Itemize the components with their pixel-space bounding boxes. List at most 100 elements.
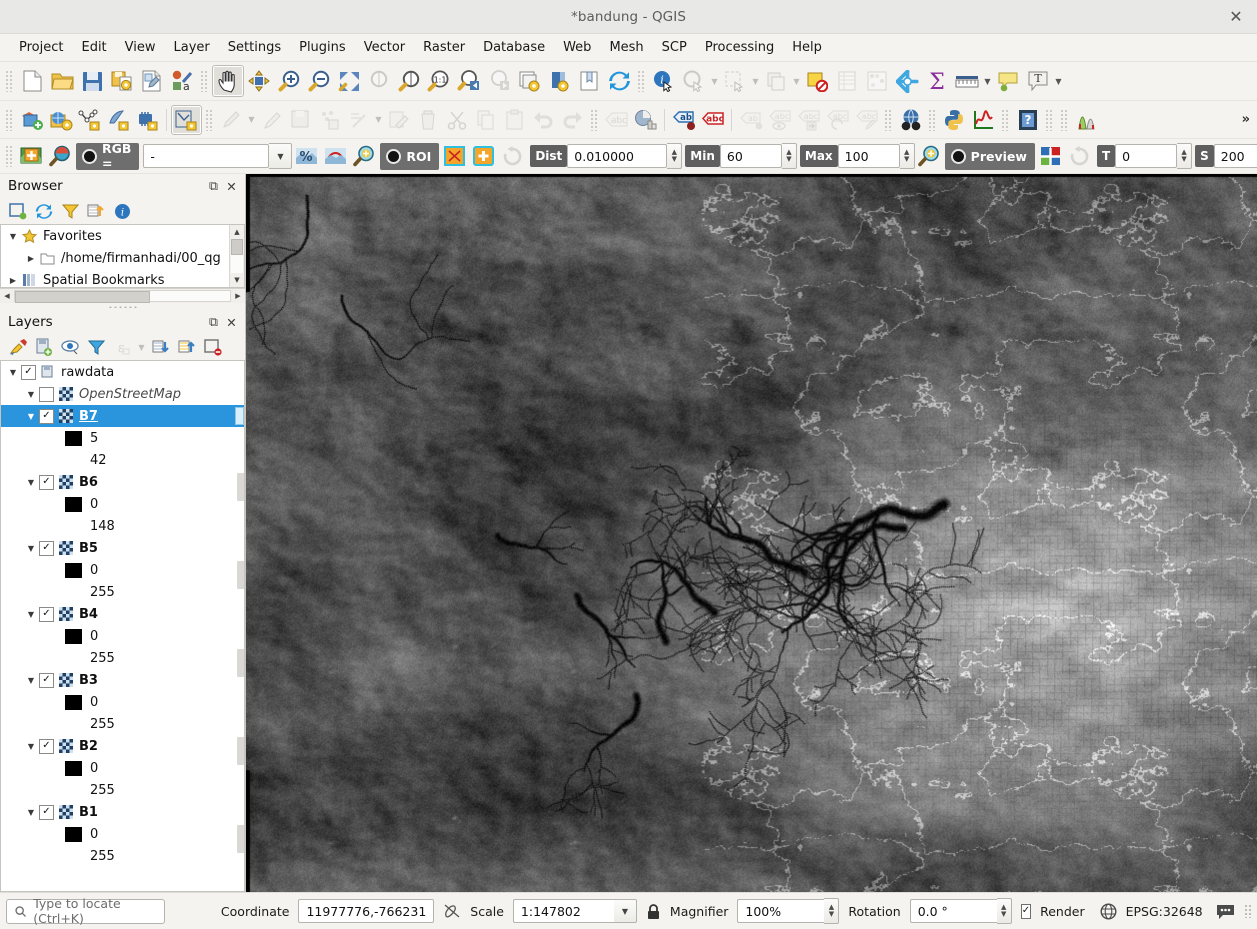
layers-tree[interactable]: ▼ ✓ rawdata ▼ OpenStreetMap ▼ ✓ B7 5 42 ▼ ✓ B6 0 148 ▼ ✓… <box>0 360 245 892</box>
toolbar-grip[interactable] <box>884 108 893 131</box>
menu-processing[interactable]: Processing <box>696 37 783 58</box>
toolbar-grip[interactable] <box>200 70 209 92</box>
zoom-native-icon[interactable]: 1:1 <box>424 66 454 96</box>
chevron-down-icon[interactable]: ▼ <box>23 390 39 399</box>
highlight-labels-icon[interactable]: abc <box>823 106 852 134</box>
toolbar-grip[interactable] <box>928 108 937 131</box>
resize-grip[interactable] <box>1243 904 1251 918</box>
rgb-toggle-button[interactable]: RGB = <box>76 141 140 171</box>
layer-row[interactable]: ▼ ✓ B2 <box>1 735 244 757</box>
measure-line-icon[interactable] <box>952 66 982 96</box>
legend-row[interactable]: 0 <box>1 559 244 581</box>
browser-hscrollbar[interactable]: ◀ ▶ <box>0 288 245 303</box>
menu-plugins[interactable]: Plugins <box>290 37 355 58</box>
min-input[interactable]: 60 <box>719 144 782 168</box>
scroll-right-arrow[interactable]: ▶ <box>231 292 245 300</box>
dist-spinner[interactable]: ▲ ▼ <box>667 143 683 169</box>
zoom-out-icon[interactable] <box>304 66 334 96</box>
scroll-up-arrow[interactable]: ▲ <box>230 225 244 239</box>
rgb-combo-input[interactable]: - <box>143 144 270 168</box>
chevron-down-icon[interactable]: ▼ <box>709 67 720 95</box>
open-layer-styling-icon[interactable] <box>6 336 30 358</box>
layer-group-row[interactable]: ▼ ✓ rawdata <box>1 361 244 383</box>
legend-row[interactable]: 42 <box>1 449 244 471</box>
rgb-combo-arrow[interactable]: ▼ <box>269 143 293 169</box>
deselect-icon[interactable] <box>761 66 791 96</box>
render-checkbox[interactable]: ✓ <box>1020 903 1032 919</box>
vscroll-trough[interactable] <box>231 239 243 273</box>
transparency-spinner[interactable]: ▲ ▼ <box>1177 143 1193 169</box>
undo-icon[interactable] <box>529 106 558 134</box>
new-project-icon[interactable] <box>17 66 47 96</box>
chevron-down-icon[interactable]: ▼ <box>373 106 384 134</box>
layer-row[interactable]: ▼ ✓ B6 <box>1 471 244 493</box>
layer-row[interactable]: ▼ ✓ B1 <box>1 801 244 823</box>
legend-row[interactable]: 255 <box>1 581 244 603</box>
profile-tool-icon[interactable] <box>969 106 998 134</box>
expand-all-icon[interactable] <box>149 336 173 358</box>
roi-create-icon[interactable] <box>469 142 498 170</box>
add-postgis-layer-icon[interactable] <box>133 106 162 134</box>
layer-row[interactable]: ▼ OpenStreetMap <box>1 383 244 405</box>
help-contents-icon[interactable]: ? <box>1013 106 1042 134</box>
open-attribute-table-icon[interactable] <box>802 66 832 96</box>
browser-item[interactable]: ▶ Spatial Bookmarks <box>1 269 244 288</box>
roi-polygon-icon[interactable] <box>440 142 469 170</box>
cut-features-icon[interactable] <box>442 106 471 134</box>
menu-edit[interactable]: Edit <box>72 37 115 58</box>
zoom-image-icon[interactable] <box>46 142 75 170</box>
menu-database[interactable]: Database <box>474 37 554 58</box>
add-raster-layer-icon[interactable] <box>46 106 75 134</box>
browser-vscrollbar[interactable]: ▲ ▼ <box>229 225 244 287</box>
chevron-down-icon[interactable]: ▼ <box>246 106 257 134</box>
pan-to-selection-icon[interactable] <box>244 66 274 96</box>
identify-features-icon[interactable]: i <box>649 66 679 96</box>
legend-row[interactable]: 0 <box>1 757 244 779</box>
classification-preview-icon[interactable] <box>1036 142 1065 170</box>
window-close-button[interactable]: ✕ <box>1225 6 1247 28</box>
browser-item[interactable]: ▶ /home/firmanhadi/00_qg <box>1 247 244 269</box>
filter-browser-icon[interactable] <box>58 200 82 222</box>
crs-label[interactable]: EPSG:32648 <box>1126 904 1203 919</box>
messages-icon[interactable] <box>1216 903 1235 920</box>
max-input[interactable]: 100 <box>837 144 900 168</box>
chevron-down-icon[interactable]: ▼ <box>23 412 39 421</box>
scale-input[interactable]: 1:147802 <box>512 899 614 923</box>
chevron-right-icon[interactable]: ▶ <box>5 276 21 285</box>
zoom-last-icon[interactable] <box>454 66 484 96</box>
toggle-editing-icon[interactable] <box>257 106 286 134</box>
menu-settings[interactable]: Settings <box>219 37 290 58</box>
legend-row[interactable]: 0 <box>1 823 244 845</box>
hscroll-thumb[interactable] <box>15 291 151 303</box>
vertex-tool-icon[interactable] <box>344 106 373 134</box>
chevron-down-icon[interactable]: ▼ <box>5 368 21 377</box>
properties-icon[interactable]: i <box>110 200 134 222</box>
zoom-preview-icon[interactable] <box>915 142 944 170</box>
chevron-down-icon[interactable]: ▼ <box>982 67 993 95</box>
layer-visibility-checkbox[interactable]: ✓ <box>39 672 54 688</box>
filter-legend-expression-icon[interactable]: ε <box>110 336 134 358</box>
size-input[interactable]: 200 <box>1213 144 1257 168</box>
legend-row[interactable]: 148 <box>1 515 244 537</box>
menu-layer[interactable]: Layer <box>165 37 219 58</box>
open-project-icon[interactable] <box>47 66 77 96</box>
rotation-input[interactable]: 0.0 ° <box>909 899 997 923</box>
chevron-down-icon[interactable]: ▼ <box>23 610 39 619</box>
map-canvas-surface[interactable] <box>246 174 1257 892</box>
show-hide-labels-icon[interactable]: abc <box>765 106 794 134</box>
zoom-full-icon[interactable] <box>334 66 364 96</box>
toolbar-grip[interactable] <box>637 70 646 92</box>
rgb-stretch-cumulative-icon[interactable] <box>321 142 350 170</box>
layer-diagram-icon[interactable] <box>631 106 660 134</box>
browser-tree[interactable]: ▼ Favorites ▶ /home/firmanhadi/00_qg ▶ Spatia… <box>0 224 245 288</box>
add-group-icon[interactable] <box>32 336 56 358</box>
scale-combo-arrow[interactable]: ▼ <box>613 899 637 923</box>
add-feature-icon[interactable] <box>315 106 344 134</box>
add-layer-icon[interactable] <box>6 200 30 222</box>
legend-row[interactable]: 0 <box>1 625 244 647</box>
copy-features-icon[interactable] <box>471 106 500 134</box>
add-to-scp-icon[interactable] <box>17 142 46 170</box>
zoom-to-selection-icon[interactable] <box>364 66 394 96</box>
hscroll-trough[interactable] <box>14 290 231 303</box>
save-project-icon[interactable] <box>77 66 107 96</box>
